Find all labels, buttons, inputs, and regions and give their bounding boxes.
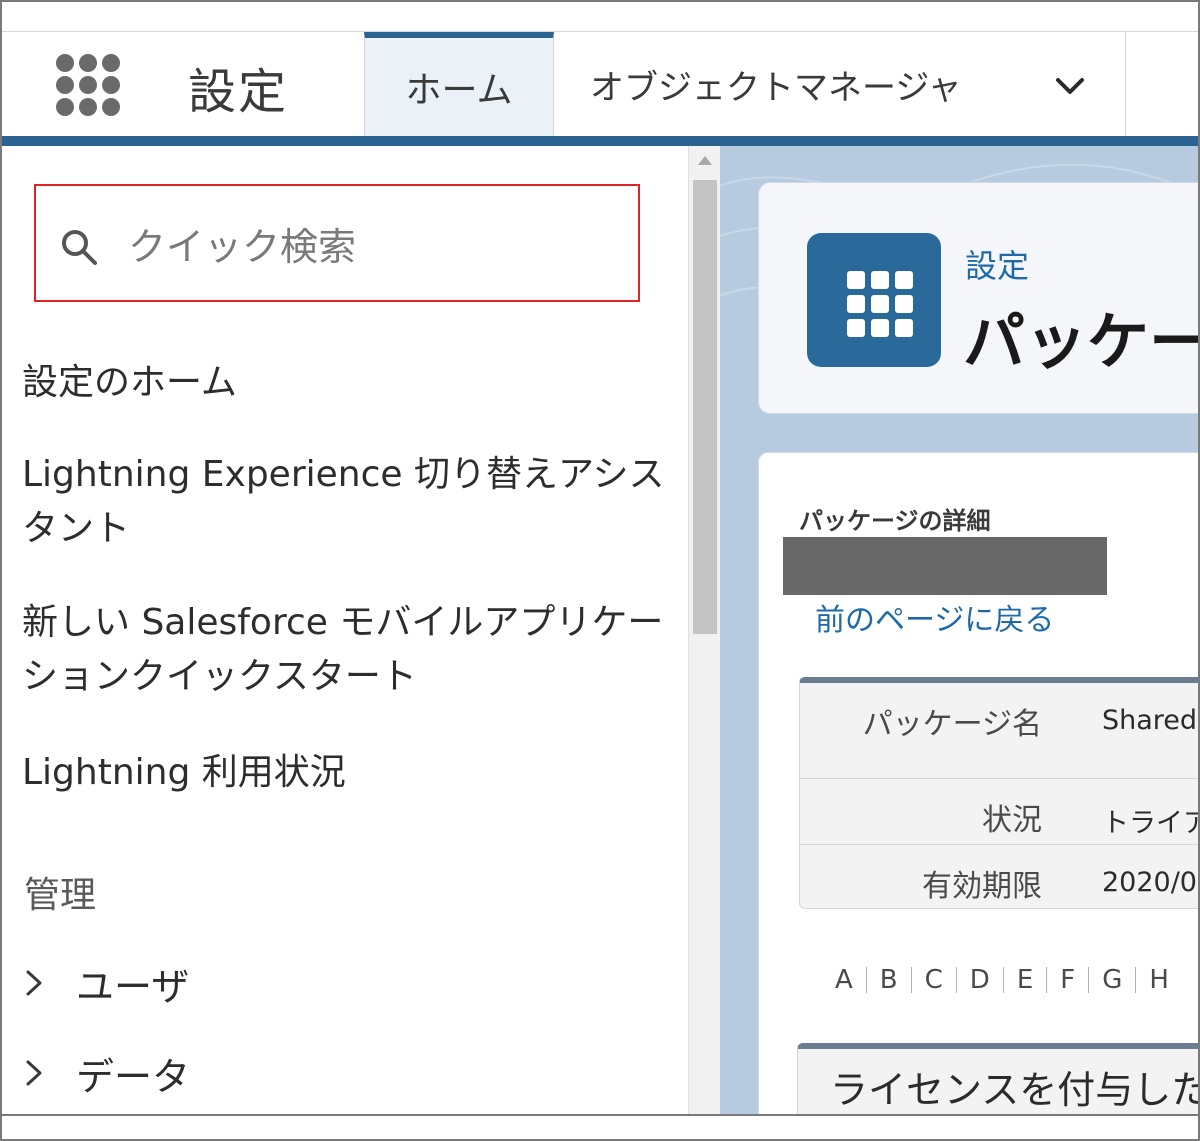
alpha-letter-c[interactable]: C [925, 965, 943, 995]
detail-key: パッケージ名 [862, 707, 1042, 742]
sidebar-section-heading: 管理 [24, 875, 97, 916]
alphabet-filter: A B C D E F G H [835, 965, 1169, 995]
table-row: パッケージ名 Shared [800, 683, 1198, 779]
back-link[interactable]: 前のページに戻る [815, 595, 1054, 639]
scroll-up-arrow[interactable] [698, 156, 712, 165]
alpha-separator [1088, 967, 1090, 993]
app-title: 設定 [188, 64, 289, 120]
sidebar-item-setup-home[interactable]: 設定のホーム [22, 356, 682, 410]
main-content: 設定 パッケー パッケージの詳細 前のページに戻る パッケージ名 Shared … [720, 146, 1200, 1139]
alpha-letter-b[interactable]: B [880, 965, 898, 995]
alpha-letter-a[interactable]: A [835, 965, 853, 995]
sidebar-item-data-label: データ [76, 1054, 191, 1099]
alpha-separator [1002, 967, 1004, 993]
sidebar-item-users[interactable]: ユーザ [22, 956, 189, 1010]
chevron-down-icon[interactable] [1050, 66, 1090, 106]
alpha-letter-e[interactable]: E [1017, 965, 1033, 995]
setup-sidebar: クイック検索 設定のホーム Lightning Experience 切り替えア… [2, 146, 688, 1139]
detail-value: 2020/0 [1102, 867, 1197, 898]
detail-value: トライアル [1102, 808, 1198, 839]
setup-grid-icon [807, 233, 941, 367]
table-row: 有効期限 2020/0 [800, 845, 1198, 909]
section-title: パッケージの詳細 [799, 507, 991, 535]
breadcrumb[interactable]: 設定 [965, 241, 1029, 287]
alpha-separator [1135, 967, 1137, 993]
alpha-separator [1046, 967, 1048, 993]
app-launcher-icon[interactable] [56, 54, 124, 116]
tab-object-manager-label: オブジェクトマネージャ [590, 67, 962, 108]
sidebar-item-lightning-usage[interactable]: Lightning 利用状況 [22, 746, 682, 800]
detail-key: 有効期限 [922, 869, 1042, 904]
licensed-users-title: ライセンスを付与したユ [830, 1068, 1198, 1112]
nav-accent-bar [2, 136, 1198, 146]
alpha-separator [955, 967, 957, 993]
search-placeholder: クイック検索 [128, 225, 357, 269]
tab-home[interactable]: ホーム [364, 32, 554, 136]
detail-key: 状況 [982, 803, 1042, 838]
chevron-right-icon [26, 1060, 42, 1086]
page-header: 設定 パッケー [758, 182, 1200, 414]
sidebar-item-users-label: ユーザ [76, 964, 190, 1009]
alpha-separator [910, 967, 912, 993]
chevron-right-icon [26, 970, 42, 996]
quick-search-input[interactable]: クイック検索 [34, 184, 640, 302]
tab-home-label: ホーム [405, 70, 513, 111]
alpha-separator [865, 967, 867, 993]
alpha-letter-g[interactable]: G [1102, 965, 1122, 995]
sidebar-item-lightning-transition[interactable]: Lightning Experience 切り替えアシスタント [22, 448, 682, 556]
alpha-letter-h[interactable]: H [1149, 965, 1169, 995]
bottom-margin [2, 1114, 1198, 1139]
search-icon [62, 230, 97, 265]
alpha-letter-f[interactable]: F [1060, 965, 1075, 995]
scrollbar-thumb[interactable] [693, 180, 717, 634]
package-detail-card: パッケージの詳細 前のページに戻る パッケージ名 Shared 状況 トライアル… [758, 452, 1198, 1139]
redacted-block [783, 537, 1107, 595]
top-nav: 設定 ホーム オブジェクトマネージャ [2, 2, 1198, 146]
sidebar-item-data[interactable]: データ [22, 1046, 190, 1100]
table-row: 状況 トライアル [800, 779, 1198, 845]
detail-table: パッケージ名 Shared 状況 トライアル 有効期限 2020/0 [799, 677, 1198, 909]
top-stripe [2, 2, 1198, 32]
sidebar-scrollbar[interactable] [688, 146, 720, 1139]
detail-value: Shared [1102, 705, 1198, 736]
tab-object-manager[interactable]: オブジェクトマネージャ [554, 32, 1126, 136]
sidebar-item-mobile-quickstart[interactable]: 新しい Salesforce モバイルアプリケーションクイックスタート [22, 596, 692, 704]
alpha-letter-d[interactable]: D [970, 965, 990, 995]
app-window: 設定 ホーム オブジェクトマネージャ クイック検索 設定のホーム Lightni… [0, 0, 1200, 1141]
page-title: パッケー [963, 305, 1200, 378]
